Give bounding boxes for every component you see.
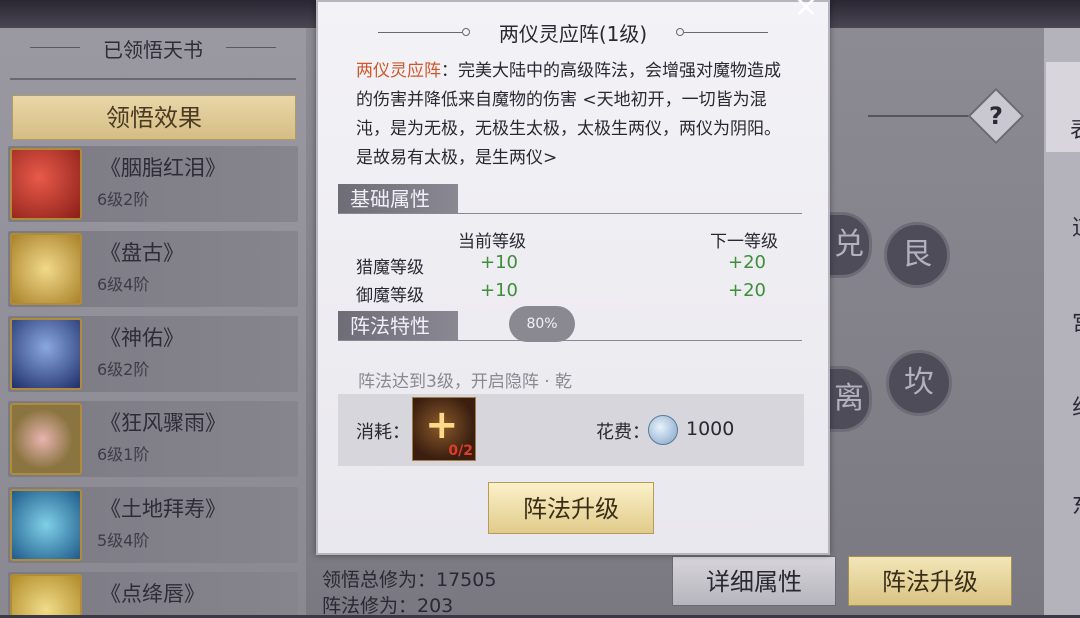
book-name: 《胭脂红泪》 [100, 156, 226, 180]
dialog-upgrade-button[interactable]: 阵法升级 [488, 482, 654, 534]
side-tab-char: 表 [1070, 112, 1080, 144]
formation-upgrade-button[interactable]: 阵法升级 [848, 556, 1012, 606]
section-basic-attributes: 基础属性 [338, 184, 488, 214]
red-scroll-icon [10, 148, 82, 220]
question-icon[interactable]: ? [976, 96, 1016, 136]
book-name: 《神佑》 [100, 326, 184, 350]
formation-name-highlight: 两仪灵应阵 [356, 61, 441, 81]
tab-learn-effect[interactable]: 领悟效果 [12, 95, 296, 140]
attr-current-value: +10 [480, 252, 518, 273]
book-item[interactable]: 《盘古》 6级4阶 [8, 231, 298, 307]
book-level: 6级4阶 [97, 275, 150, 294]
yellow-scroll-icon [10, 574, 82, 615]
feature-unlock-text: 阵法达到3级，开启隐阵 · 乾 [358, 372, 573, 392]
current-level-header: 当前等级 [458, 232, 526, 252]
book-name: 《狂风骤雨》 [100, 411, 226, 435]
material-item[interactable]: + 0/2 [412, 397, 476, 461]
material-quantity: 0/2 [448, 443, 473, 459]
trigram-node[interactable]: 艮 [884, 222, 950, 288]
attr-next-value: +20 [728, 280, 766, 301]
side-char: 道 [1072, 210, 1080, 242]
book-level: 6级2阶 [97, 190, 150, 209]
book-name: 《土地拜寿》 [100, 497, 226, 521]
book-level: 6级1阶 [97, 445, 150, 464]
decor-line [868, 115, 972, 117]
fee-label: 花费： [596, 422, 650, 443]
section-rule [338, 213, 802, 214]
close-icon[interactable]: ✕ [790, 0, 822, 22]
blue-book-icon [10, 318, 82, 390]
book-level: 6级2阶 [97, 360, 150, 379]
book-level: 5级4阶 [97, 531, 150, 550]
attr-next-value: +20 [728, 252, 766, 273]
progress-badge: 80% [509, 306, 575, 342]
side-char: 宫 [1072, 305, 1080, 337]
book-item[interactable]: 《狂风骤雨》 6级1阶 [8, 401, 298, 477]
flower-book-icon [10, 403, 82, 475]
book-name: 《点绛唇》 [100, 582, 205, 606]
book-item[interactable]: 《点绛唇》 [8, 572, 298, 615]
teal-scroll-icon [10, 489, 82, 561]
cost-label: 消耗： [356, 422, 410, 443]
dialog-title: 两仪灵应阵(1级) [498, 22, 648, 46]
panel-title: 已领悟天书 [0, 34, 306, 63]
attr-current-value: +10 [480, 280, 518, 301]
plus-icon: + [425, 402, 459, 448]
section-formation-feature: 阵法特性 [338, 311, 488, 341]
total-cultivation: 领悟总修为：17505 [322, 569, 497, 591]
book-item[interactable]: 《土地拜寿》 5级4阶 [8, 487, 298, 563]
fee-amount: 1000 [686, 418, 735, 440]
silver-coin-icon [648, 415, 678, 445]
trigram-node[interactable]: 坎 [886, 350, 952, 416]
attr-label: 御魔等级 [356, 286, 424, 306]
section-rule [338, 340, 802, 341]
formation-description: 两仪灵应阵：完美大陆中的高级阵法，会增强对魔物造成的伤害并降低来自魔物的伤害 <… [356, 57, 788, 173]
book-name: 《盘古》 [100, 241, 184, 265]
book-item[interactable]: 《神佑》 6级2阶 [8, 316, 298, 392]
attr-label: 猎魔等级 [356, 258, 424, 278]
side-char: 组 [1072, 390, 1080, 422]
book-item[interactable]: 《胭脂红泪》 6级2阶 [8, 146, 298, 222]
formation-cultivation: 阵法修为：203 [322, 595, 454, 617]
divider [10, 78, 296, 80]
next-level-header: 下一等级 [710, 232, 778, 252]
gold-scroll-icon [10, 233, 82, 305]
side-char: 东 [1072, 488, 1080, 520]
detail-attributes-button[interactable]: 详细属性 [672, 556, 836, 606]
